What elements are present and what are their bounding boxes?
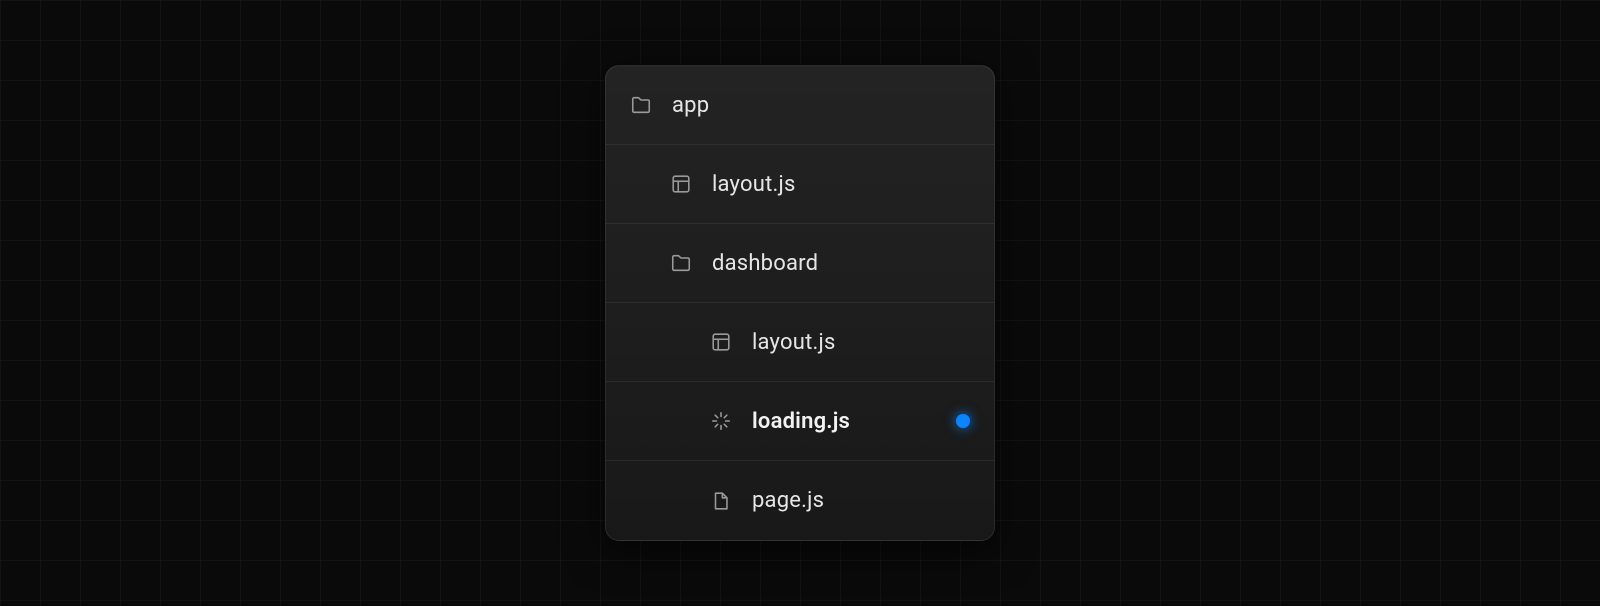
spinner-icon	[710, 410, 732, 432]
file-icon	[710, 490, 732, 512]
layout-icon	[670, 173, 692, 195]
folder-icon	[630, 94, 652, 116]
tree-item-app[interactable]: app	[606, 66, 994, 145]
tree-item-label: loading.js	[752, 409, 850, 434]
active-indicator-dot	[956, 414, 970, 428]
tree-item-label: page.js	[752, 488, 824, 513]
file-tree-panel: app layout.js dashboard layout.js loadin…	[605, 65, 995, 541]
folder-icon	[670, 252, 692, 274]
tree-item-label: layout.js	[752, 330, 836, 355]
tree-item-dashboard[interactable]: dashboard	[606, 224, 994, 303]
tree-item-layout[interactable]: layout.js	[606, 145, 994, 224]
tree-item-page[interactable]: page.js	[606, 461, 994, 540]
tree-item-dashboard-layout[interactable]: layout.js	[606, 303, 994, 382]
tree-item-label: layout.js	[712, 172, 796, 197]
tree-item-label: dashboard	[712, 251, 818, 276]
tree-item-loading[interactable]: loading.js	[606, 382, 994, 461]
layout-icon	[710, 331, 732, 353]
tree-item-label: app	[672, 93, 709, 118]
